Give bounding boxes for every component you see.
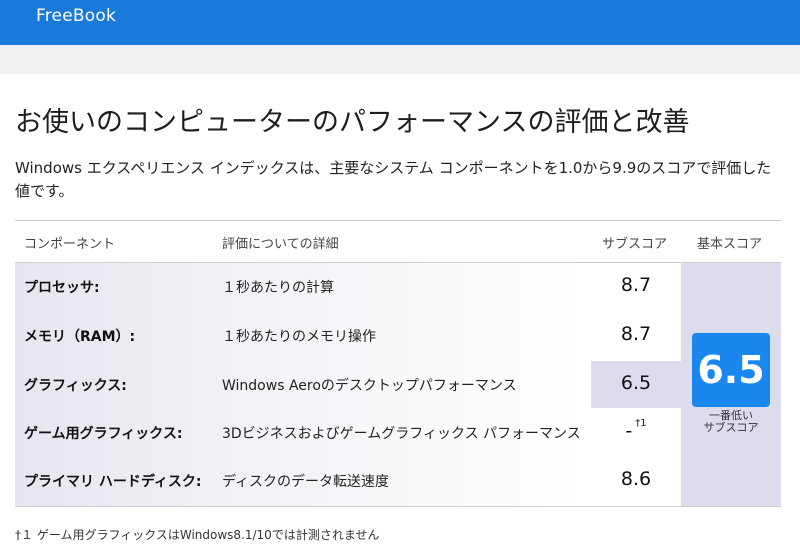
- component-name: グラフィックス:: [24, 378, 127, 394]
- header-subscore: サブスコア: [602, 237, 668, 252]
- sub-bar: [0, 45, 800, 74]
- base-caption-line2: サブスコア: [703, 421, 759, 434]
- subscore-number: 8.7: [620, 274, 652, 296]
- subscore-number: 6.5: [620, 372, 652, 394]
- table-row: メモリ（RAM）: １秒あたりのメモリ操作 8.7: [15, 312, 681, 360]
- base-score-caption: 一番低い サブスコア: [681, 410, 781, 434]
- header-detail: 評価についての詳細: [222, 237, 339, 252]
- component-detail: １秒あたりの計算: [222, 280, 334, 296]
- page-description: Windows エクスペリエンス インデックスは、主要なシステム コンポーネント…: [15, 159, 772, 200]
- component-detail: 3Dビジネスおよびゲームグラフィックス パフォーマンス: [222, 426, 581, 442]
- subscore-number: 8.7: [620, 323, 652, 345]
- table-bottom-divider: [15, 506, 781, 507]
- component-detail: Windows Aeroのデスクトップパフォーマンス: [222, 378, 517, 394]
- subscore-value: 8.7: [591, 323, 681, 345]
- page-title: お使いのコンピューターのパフォーマンスの評価と改善: [15, 107, 690, 138]
- subscore-value: 6.5: [591, 372, 681, 394]
- footnote: †１ ゲーム用グラフィックスはWindows8.1/10では計測されません: [15, 528, 380, 542]
- header-component: コンポーネント: [24, 237, 116, 252]
- component-name: プライマリ ハードディスク:: [24, 474, 202, 490]
- app-bar: FreeBook: [0, 0, 800, 45]
- base-score-badge: 6.5: [692, 333, 770, 407]
- score-table: コンポーネント 評価についての詳細 サブスコア 基本スコア プロセッサ: １秒あ…: [15, 220, 781, 507]
- subscore-number: 8.6: [620, 468, 652, 490]
- component-detail: １秒あたりのメモリ操作: [222, 329, 376, 345]
- footnote-marker: †1: [635, 418, 647, 429]
- header-base-score: 基本スコア: [697, 237, 763, 252]
- subscore-value: 8.7: [591, 274, 681, 296]
- subscore-number: -: [625, 420, 633, 442]
- table-row: ゲーム用グラフィックス: 3Dビジネスおよびゲームグラフィックス パフォーマンス…: [15, 409, 681, 457]
- component-name: プロセッサ:: [24, 280, 100, 296]
- table-row: プライマリ ハードディスク: ディスクのデータ転送速度 8.6: [15, 457, 681, 505]
- subscore-value: 8.6: [591, 468, 681, 490]
- component-name: ゲーム用グラフィックス:: [24, 426, 183, 442]
- subscore-value: - †1: [591, 418, 681, 442]
- table-top-divider: [15, 220, 781, 221]
- component-detail: ディスクのデータ転送速度: [222, 474, 390, 490]
- component-name: メモリ（RAM）:: [24, 329, 136, 345]
- table-row: プロセッサ: １秒あたりの計算 8.7: [15, 263, 681, 311]
- app-title[interactable]: FreeBook: [36, 6, 116, 26]
- table-row: グラフィックス: Windows Aeroのデスクトップパフォーマンス 6.5: [15, 361, 681, 409]
